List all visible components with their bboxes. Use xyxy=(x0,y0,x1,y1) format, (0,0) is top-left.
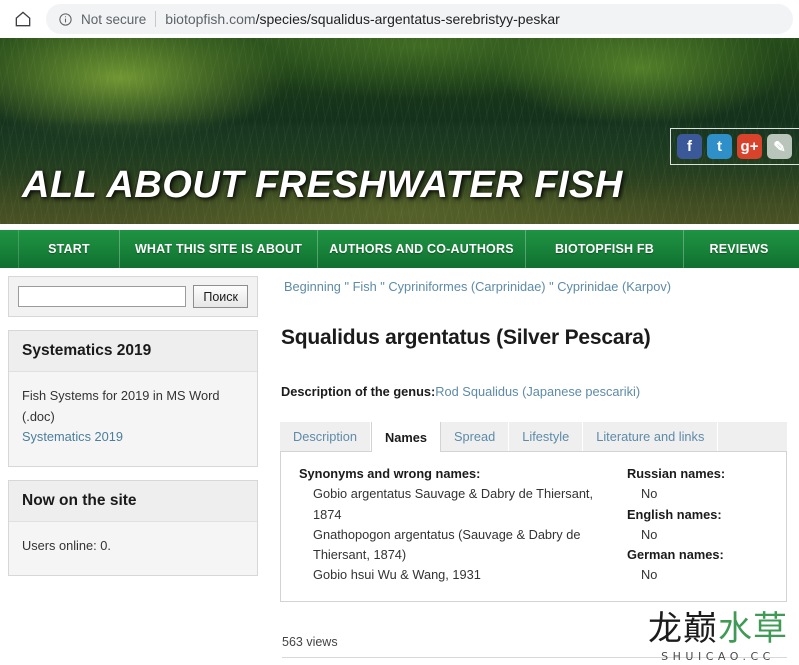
sidebar-block-systematics: Systematics 2019 Fish Systems for 2019 i… xyxy=(8,330,258,468)
search-input[interactable] xyxy=(18,286,187,307)
browser-toolbar: Not secure biotopfish.com/species/squali… xyxy=(0,0,799,38)
main-content: Beginning " Fish " Cypriniformes (Carpri… xyxy=(276,276,791,659)
url-text: biotopfish.com/species/squalidus-argenta… xyxy=(165,11,560,27)
nav-item-authors[interactable]: AUTHORS AND CO-AUTHORS xyxy=(318,230,526,268)
synonym-item: Gobio argentatus Sauvage & Dabry de Thie… xyxy=(313,486,594,522)
systematics-link[interactable]: Systematics 2019 xyxy=(22,429,123,444)
feather-icon[interactable]: ✎ xyxy=(767,134,792,159)
banner-title: ALL ABOUT FRESHWATER FISH xyxy=(22,164,623,206)
google-plus-icon[interactable]: g+ xyxy=(737,134,762,159)
social-links-box: f t g+ ✎ xyxy=(670,128,799,165)
security-status-label: Not secure xyxy=(81,11,147,27)
genus-description-line: Description of the genus:Rod Squalidus (… xyxy=(276,364,791,399)
sidebar-block-now-on-site: Now on the site Users online: 0. xyxy=(8,480,258,576)
site-banner: f t g+ ✎ ALL ABOUT FRESHWATER FISH Encyc… xyxy=(0,38,799,224)
users-online-text: Users online: 0. xyxy=(22,538,111,554)
species-tabs-wrap: Description Names Spread Lifestyle Liter… xyxy=(280,422,787,603)
sidebar-block-heading: Systematics 2019 xyxy=(9,331,257,372)
facebook-icon[interactable]: f xyxy=(677,134,702,159)
tab-names[interactable]: Names xyxy=(371,422,441,453)
german-names-value: No xyxy=(641,567,658,583)
vernacular-names-column: Russian names: No English names: No Germ… xyxy=(619,464,768,585)
page-body: Поиск Systematics 2019 Fish Systems for … xyxy=(0,268,799,665)
english-names-label: English names: xyxy=(627,506,722,522)
german-names-label: German names: xyxy=(627,547,724,562)
genus-link[interactable]: Rod Squalidus (Japanese pescariki) xyxy=(435,384,640,399)
nav-item-about[interactable]: WHAT THIS SITE IS ABOUT xyxy=(120,230,318,268)
home-icon[interactable] xyxy=(0,0,46,38)
search-button[interactable]: Поиск xyxy=(193,285,248,308)
sidebar-block-body: Users online: 0. xyxy=(9,522,257,575)
search-row: Поиск xyxy=(18,285,248,308)
species-tabs: Description Names Spread Lifestyle Liter… xyxy=(280,422,787,453)
tab-panel-names: Synonyms and wrong names: Gobio argentat… xyxy=(280,452,787,603)
russian-names-value: No xyxy=(641,486,658,502)
page-title: Squalidus argentatus (Silver Pescara) xyxy=(281,326,651,350)
english-names-value: No xyxy=(641,526,658,542)
tab-lifestyle[interactable]: Lifestyle xyxy=(509,422,584,452)
sidebar-block-body: Fish Systems for 2019 in MS Word (.doc) … xyxy=(9,372,257,467)
synonyms-label: Synonyms and wrong names: xyxy=(299,466,481,482)
address-bar[interactable]: Not secure biotopfish.com/species/squali… xyxy=(46,4,793,34)
banner-subtitle: Encyclopedia for aquarists and ichthyolo… xyxy=(25,222,321,224)
view-count: 563 views xyxy=(282,635,338,650)
sidebar: Поиск Systematics 2019 Fish Systems for … xyxy=(8,276,258,589)
synonym-item: Gobio hsui Wu & Wang, 1931 xyxy=(313,567,481,583)
bottom-divider xyxy=(282,657,787,659)
nav-item-biotopfish-fb[interactable]: BIOTOPFISH FB xyxy=(526,230,684,268)
sidebar-search-block: Поиск xyxy=(8,276,258,317)
russian-names-label: Russian names: xyxy=(627,466,726,482)
tab-literature-and-links[interactable]: Literature and links xyxy=(583,422,719,452)
tab-spread[interactable]: Spread xyxy=(441,422,510,452)
genus-label: Description of the genus: xyxy=(281,384,436,400)
nav-item-reviews[interactable]: REVIEWS xyxy=(684,230,794,268)
url-path: /species/squalidus-argentatus-serebristy… xyxy=(255,11,560,27)
twitter-icon[interactable]: t xyxy=(707,134,732,159)
tab-filler xyxy=(718,422,787,452)
synonym-item: Gnathopogon argentatus (Sauvage & Dabry … xyxy=(313,526,581,562)
nav-item-start[interactable]: START xyxy=(18,230,120,268)
breadcrumb[interactable]: Beginning " Fish " Cypriniformes (Carpri… xyxy=(276,276,791,304)
main-navigation: START WHAT THIS SITE IS ABOUT AUTHORS AN… xyxy=(0,230,799,272)
synonyms-column: Synonyms and wrong names: Gobio argentat… xyxy=(299,464,619,585)
info-circle-icon[interactable] xyxy=(58,12,74,27)
tab-description[interactable]: Description xyxy=(280,422,372,452)
sidebar-block-heading: Now on the site xyxy=(9,481,257,523)
omnibox-divider xyxy=(155,11,157,27)
systematics-description: Fish Systems for 2019 in MS Word (.doc) xyxy=(22,388,220,424)
url-domain: biotopfish.com xyxy=(165,11,256,27)
